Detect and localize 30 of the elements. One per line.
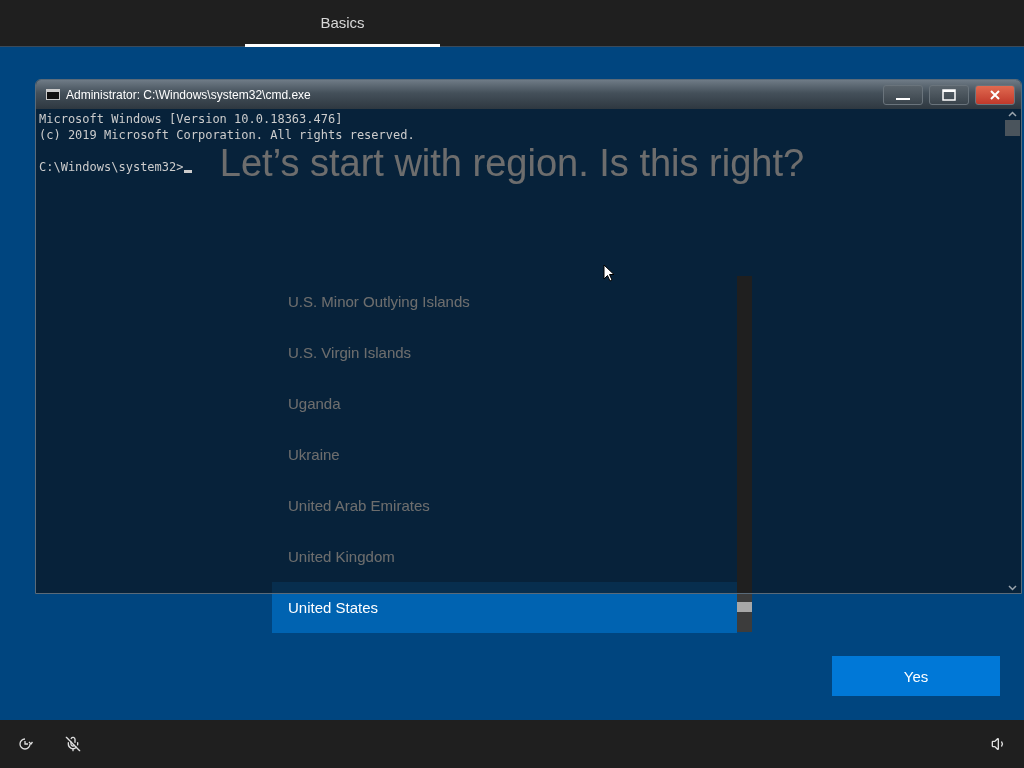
console-app-icon: [46, 89, 60, 100]
console-output-line: (c) 2019 Microsoft Corporation. All rights reserved.: [39, 127, 416, 143]
region-list-item[interactable]: U.S. Virgin Islands: [272, 327, 737, 378]
text-cursor: [183, 170, 192, 173]
minimize-button[interactable]: [883, 84, 923, 105]
region-list-item[interactable]: U.S. Minor Outlying Islands: [272, 276, 737, 327]
maximize-button[interactable]: [929, 84, 969, 105]
scroll-down-icon[interactable]: [1008, 585, 1017, 591]
region-list-item[interactable]: Ukraine: [272, 429, 737, 480]
region-list-item[interactable]: United Arab Emirates: [272, 480, 737, 531]
region-list-item[interactable]: United Kingdom: [272, 531, 737, 582]
microphone-off-icon[interactable]: [64, 735, 82, 753]
tab[interactable]: Basics: [245, 0, 440, 47]
minimize-icon: [896, 97, 910, 100]
close-icon: [989, 88, 1001, 101]
list-scrollbar[interactable]: [737, 276, 752, 632]
console-prompt: C:\Windows\system32>: [39, 159, 184, 175]
page-heading: Let’s start with region. Is this right?: [219, 143, 805, 183]
region-list-item[interactable]: Uganda: [272, 378, 737, 429]
close-button[interactable]: [975, 84, 1015, 105]
mouse-pointer-icon: [603, 264, 615, 282]
circular-arrow-icon[interactable]: [16, 735, 34, 753]
maximize-icon: [942, 88, 956, 101]
scroll-up-icon[interactable]: [1008, 111, 1017, 117]
region-list-item[interactable]: United States: [272, 582, 737, 633]
yes-button[interactable]: Yes: [832, 656, 1000, 696]
console-output-line: Microsoft Windows [Version 10.0.18363.476]: [39, 111, 344, 127]
scrollbar-thumb[interactable]: [1005, 120, 1020, 136]
console-scrollbar[interactable]: [1004, 109, 1021, 593]
console-title: Administrator: C:\Windows\system32\cmd.exe: [66, 87, 312, 102]
